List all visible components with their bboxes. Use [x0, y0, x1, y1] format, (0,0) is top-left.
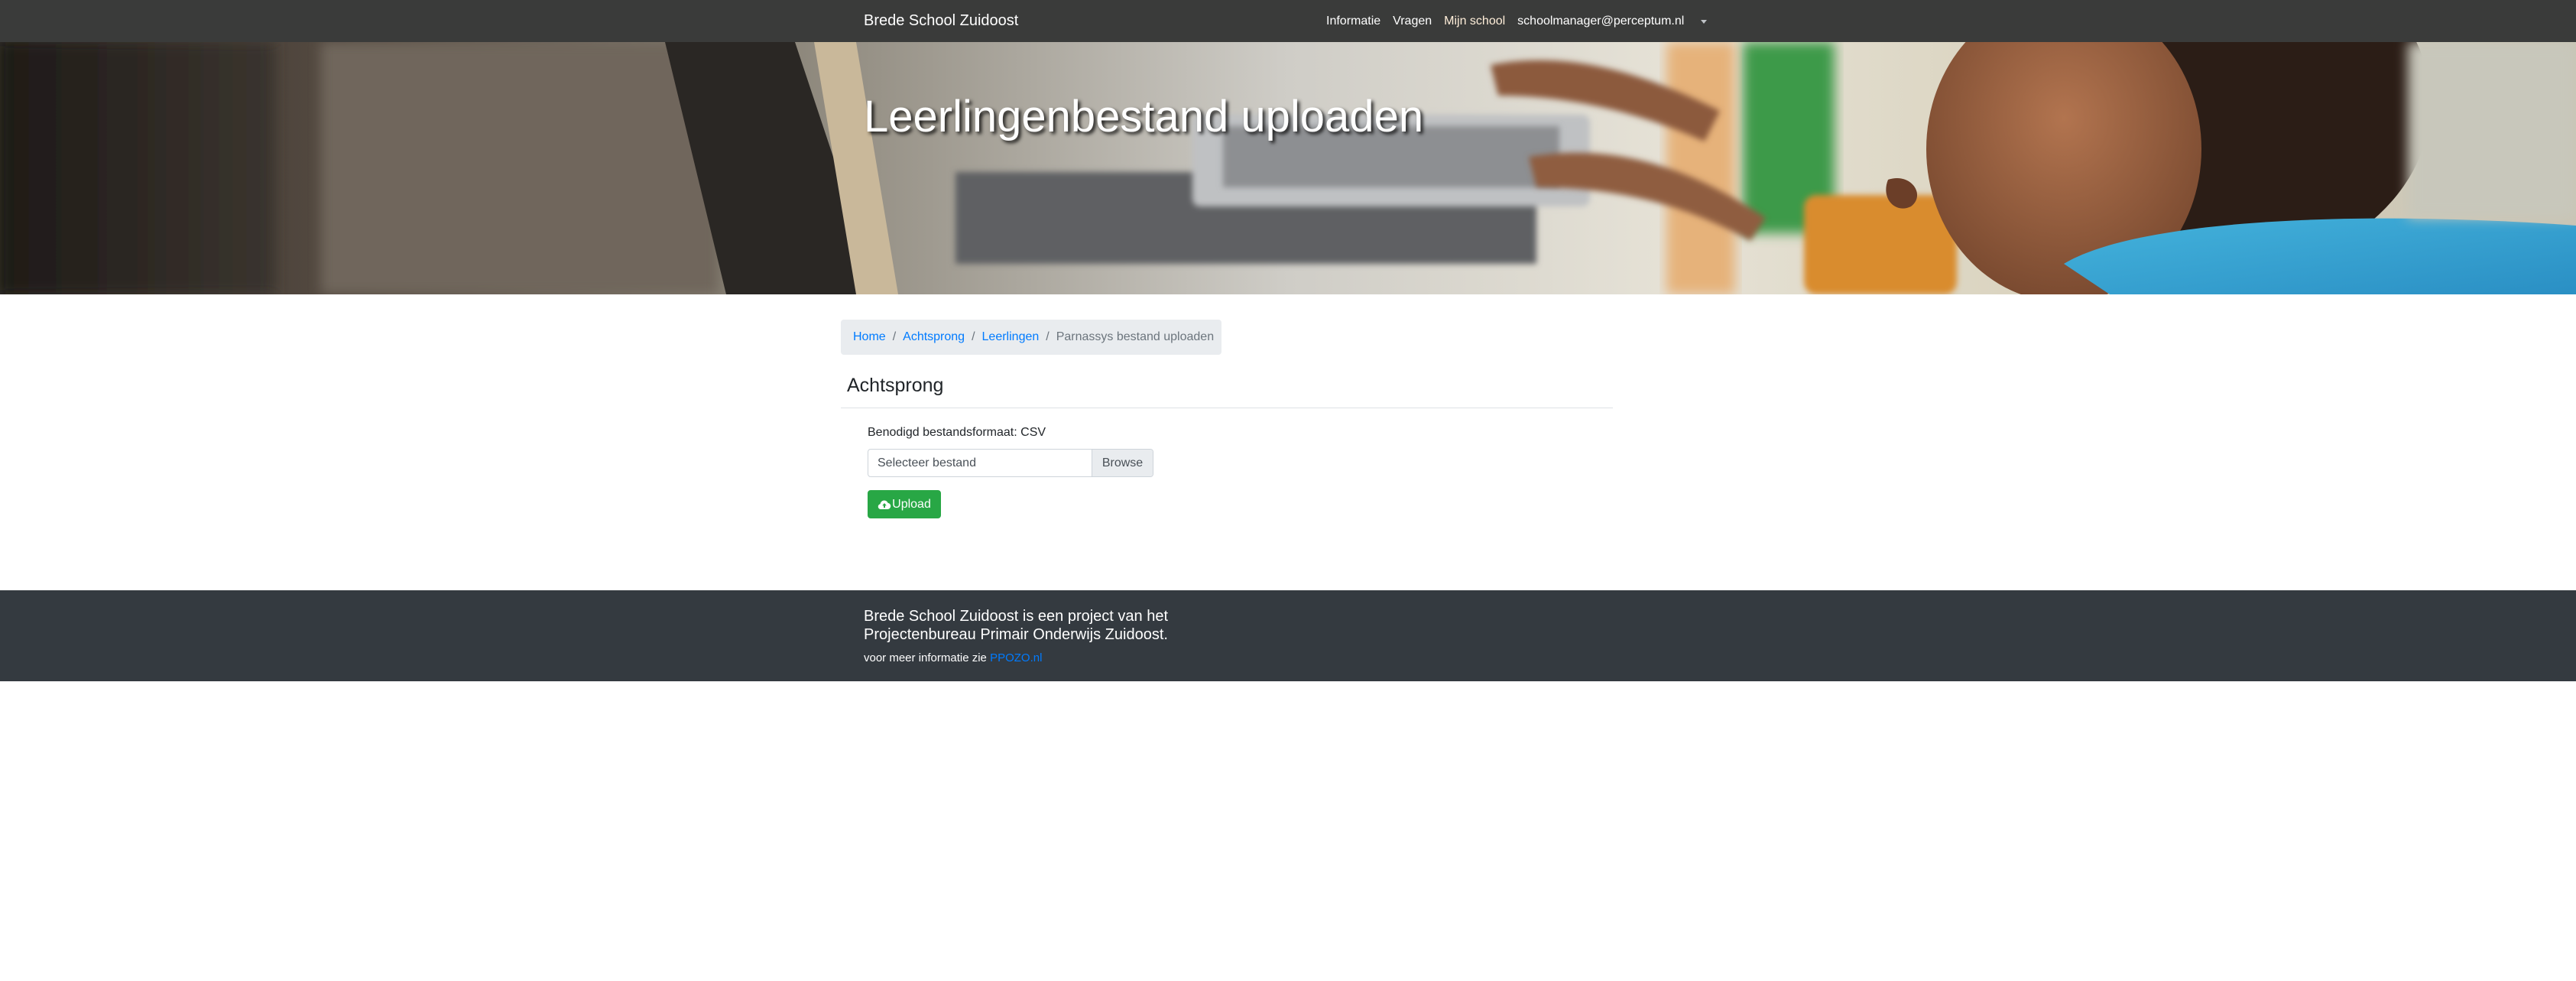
- browse-button[interactable]: Browse: [1092, 450, 1153, 476]
- section-title: Achtsprong: [847, 375, 944, 396]
- top-navbar: Brede School Zuidoost Informatie Vragen …: [0, 0, 2576, 42]
- breadcrumb: Home / Achtsprong / Leerlingen / Parnass…: [841, 320, 1221, 355]
- footer-info-prefix: voor meer informatie zie: [864, 651, 987, 664]
- file-format-label: Benodigd bestandsformaat: CSV: [868, 426, 1046, 439]
- navbar-links: Informatie Vragen Mijn school schoolmana…: [1326, 12, 1708, 31]
- breadcrumb-achtsprong[interactable]: Achtsprong: [903, 330, 965, 344]
- footer-info: voor meer informatie zie PPOZO.nl: [864, 651, 1042, 666]
- nav-link-mijn-school[interactable]: Mijn school: [1444, 13, 1505, 30]
- nav-link-informatie[interactable]: Informatie: [1326, 13, 1380, 30]
- breadcrumb-separator: /: [1046, 330, 1050, 343]
- hero-banner: Leerlingenbestand uploaden: [0, 42, 2576, 294]
- breadcrumb-current: Parnassys bestand uploaden: [1056, 330, 1215, 343]
- footer: Brede School Zuidoost is een project van…: [0, 590, 2576, 681]
- breadcrumb-separator: /: [892, 330, 897, 343]
- hero-background-image: [0, 42, 2576, 294]
- footer-ppozo-link[interactable]: PPOZO.nl: [990, 651, 1042, 664]
- nav-link-vragen[interactable]: Vragen: [1393, 13, 1432, 30]
- breadcrumb-home[interactable]: Home: [853, 330, 886, 344]
- cloud-upload-icon: [878, 500, 891, 509]
- breadcrumb-separator: /: [972, 330, 975, 343]
- upload-button[interactable]: Upload: [868, 490, 941, 518]
- file-input-placeholder[interactable]: Selecteer bestand: [868, 450, 1092, 476]
- page-title: Leerlingenbestand uploaden: [864, 92, 1424, 141]
- file-input[interactable]: Selecteer bestand Browse: [868, 449, 1153, 477]
- upload-button-label: Upload: [892, 497, 931, 511]
- caret-down-icon[interactable]: [1701, 19, 1708, 24]
- breadcrumb-leerlingen[interactable]: Leerlingen: [982, 330, 1040, 344]
- nav-link-user-email[interactable]: schoolmanager@perceptum.nl: [1517, 13, 1684, 30]
- footer-tagline: Brede School Zuidoost is een project van…: [864, 608, 1169, 643]
- navbar-brand[interactable]: Brede School Zuidoost: [864, 11, 1018, 31]
